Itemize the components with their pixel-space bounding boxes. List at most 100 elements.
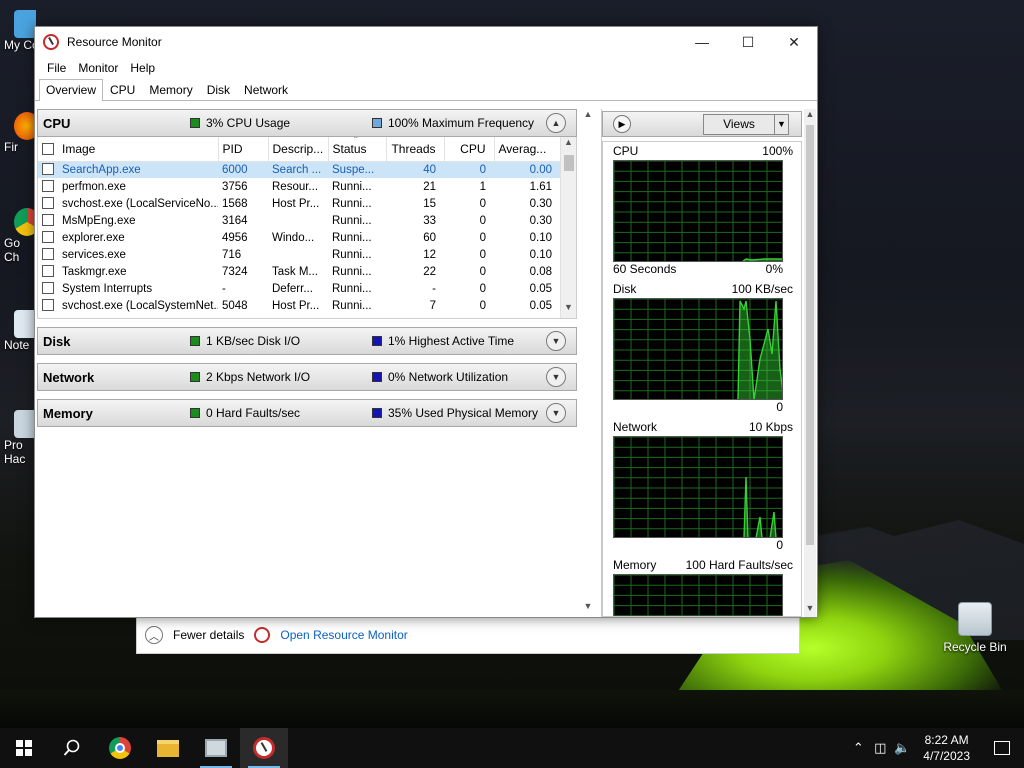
row-checkbox[interactable]	[42, 299, 54, 311]
chevron-up-icon[interactable]: ▲	[546, 113, 566, 133]
scroll-up-arrow[interactable]: ▲	[561, 137, 576, 153]
title-bar[interactable]: Resource Monitor — ☐ ✕	[35, 27, 817, 57]
column-header-average[interactable]: Averag...	[494, 137, 561, 162]
network-icon[interactable]: ◫	[869, 740, 891, 756]
table-row[interactable]: Taskmgr.exe 7324 Task M... Runni... 22 0 0.08	[38, 263, 560, 280]
table-row[interactable]: SearchApp.exe 6000 Search ... Suspe... 40 0 0.…	[38, 161, 560, 178]
chevron-up-icon[interactable]: ︿	[145, 626, 163, 644]
graph-panel-scrollbar[interactable]: ▲ ▼	[804, 109, 816, 617]
column-header-image[interactable]: Image	[38, 137, 219, 162]
table-row[interactable]: svchost.exe (LocalServiceNo... 1568 Host P…	[38, 195, 560, 212]
process-status: Runni...	[332, 214, 372, 227]
taskbar-file-explorer[interactable]	[144, 728, 192, 768]
column-header-status[interactable]: ⌃ Status	[328, 137, 387, 162]
memory-graph: Memory 100 Hard Faults/sec	[613, 558, 793, 616]
tab-memory[interactable]: Memory	[142, 79, 199, 100]
scroll-down-arrow[interactable]: ▼	[561, 302, 576, 318]
scroll-up-arrow[interactable]: ▲	[580, 109, 596, 125]
cpu-usage-swatch	[190, 118, 200, 128]
process-average-cpu: 0.05	[529, 282, 552, 295]
minimize-button[interactable]: —	[679, 27, 725, 57]
volume-icon[interactable]: 🔈	[891, 740, 913, 756]
max-frequency-stat: 100% Maximum Frequency	[388, 116, 535, 130]
desktop-icon-my-computer[interactable]: My Co	[0, 10, 36, 52]
tab-cpu[interactable]: CPU	[103, 79, 142, 100]
taskbar-task-manager[interactable]	[192, 728, 240, 768]
chevron-right-icon[interactable]: ▶	[613, 115, 631, 133]
chevron-down-icon[interactable]: ▼	[546, 403, 566, 423]
graph-max: 100%	[762, 144, 793, 158]
start-button[interactable]	[0, 728, 48, 768]
scroll-thumb[interactable]	[564, 155, 574, 171]
desktop-icon-firefox[interactable]: Fir	[0, 112, 36, 154]
tab-disk[interactable]: Disk	[200, 79, 237, 100]
table-row[interactable]: svchost.exe (LocalSystemNet... 5048 Host P…	[38, 297, 560, 314]
process-pid: 716	[222, 248, 242, 261]
column-header-description[interactable]: Descrip...	[268, 137, 329, 162]
graph-time-span: 60 Seconds	[613, 262, 677, 276]
cpu-usage-stat: 3% CPU Usage	[206, 116, 291, 130]
scroll-up-arrow[interactable]: ▲	[804, 109, 816, 123]
scroll-thumb[interactable]	[806, 125, 814, 545]
row-checkbox[interactable]	[42, 197, 54, 209]
search-button[interactable]	[48, 728, 96, 768]
row-checkbox[interactable]	[42, 180, 54, 192]
row-checkbox[interactable]	[42, 231, 54, 243]
views-dropdown[interactable]: Views ▼	[703, 114, 789, 135]
chevron-down-icon[interactable]: ▼	[546, 367, 566, 387]
main-scrollbar[interactable]: ▲ ▼	[580, 109, 596, 617]
memory-section-header[interactable]: Memory 0 Hard Faults/sec 35% Used Physic…	[37, 399, 577, 427]
process-average-cpu: 0.30	[529, 214, 552, 227]
network-section-header[interactable]: Network 2 Kbps Network I/O 0% Network Ut…	[37, 363, 577, 391]
scroll-down-arrow[interactable]: ▼	[804, 603, 816, 617]
fewer-details-link[interactable]: Fewer details	[173, 628, 244, 642]
process-cpu: 0	[479, 248, 486, 261]
cpu-process-table: Image PID Descrip... ⌃ Status Threads CPU…	[37, 137, 577, 319]
table-row[interactable]: explorer.exe 4956 Windo... Runni... 60 0 0.10	[38, 229, 560, 246]
table-row[interactable]: services.exe 716 Runni... 12 0 0.10	[38, 246, 560, 263]
maximize-button[interactable]: ☐	[725, 27, 771, 57]
column-header-threads[interactable]: Threads	[386, 137, 445, 162]
row-checkbox[interactable]	[42, 282, 54, 294]
column-header-pid[interactable]: PID	[218, 137, 269, 162]
menu-monitor[interactable]: Monitor	[72, 61, 124, 75]
desktop-icon-process-hacker[interactable]: Pro Hac	[0, 410, 36, 466]
wallpaper-ground	[0, 690, 1024, 728]
process-threads: 7	[429, 299, 436, 312]
max-frequency-swatch	[372, 118, 382, 128]
disk-section-header[interactable]: Disk 1 KB/sec Disk I/O 1% Highest Active…	[37, 327, 577, 355]
row-checkbox[interactable]	[42, 214, 54, 226]
row-checkbox[interactable]	[42, 265, 54, 277]
open-resource-monitor-link[interactable]: Open Resource Monitor	[280, 628, 407, 642]
process-average-cpu: 0.00	[529, 163, 552, 176]
tab-overview[interactable]: Overview	[39, 79, 104, 101]
desktop-icon-recycle-bin[interactable]: Recycle Bin	[940, 602, 1010, 654]
row-checkbox[interactable]	[42, 163, 54, 176]
taskbar-chrome[interactable]	[96, 728, 144, 768]
notification-button[interactable]	[980, 728, 1024, 768]
chevron-up-icon[interactable]: ⌃	[847, 740, 869, 756]
column-header-cpu[interactable]: CPU	[444, 137, 495, 162]
table-row[interactable]: perfmon.exe 3756 Resour... Runni... 21 1 1.61	[38, 178, 560, 195]
cpu-section-header[interactable]: CPU 3% CPU Usage 100% Maximum Frequency …	[37, 109, 577, 137]
desktop-icon-chrome[interactable]: Go Ch	[0, 208, 36, 264]
process-image: SearchApp.exe	[62, 164, 141, 177]
scroll-down-arrow[interactable]: ▼	[580, 601, 596, 617]
resource-monitor-icon	[254, 627, 271, 643]
close-button[interactable]: ✕	[771, 27, 817, 57]
table-row[interactable]: System Interrupts - Deferr... Runni... - 0 0.0…	[38, 280, 560, 297]
process-description: Host Pr...	[272, 299, 320, 312]
taskbar-resource-monitor[interactable]	[240, 728, 288, 768]
table-scrollbar[interactable]: ▲ ▼	[560, 137, 576, 318]
menu-file[interactable]: File	[41, 61, 72, 75]
clock[interactable]: 8:22 AM 4/7/2023	[913, 732, 980, 764]
physical-memory-stat: 35% Used Physical Memory	[388, 406, 539, 420]
row-checkbox[interactable]	[42, 248, 54, 260]
menu-help[interactable]: Help	[124, 61, 161, 75]
select-all-checkbox[interactable]	[42, 142, 54, 155]
tab-network[interactable]: Network	[237, 79, 295, 100]
menu-bar: File Monitor Help	[35, 57, 817, 79]
desktop-icon-notepad[interactable]: Note	[0, 310, 36, 352]
chevron-down-icon[interactable]: ▼	[546, 331, 566, 351]
table-row[interactable]: MsMpEng.exe 3164 Runni... 33 0 0.30	[38, 212, 560, 229]
